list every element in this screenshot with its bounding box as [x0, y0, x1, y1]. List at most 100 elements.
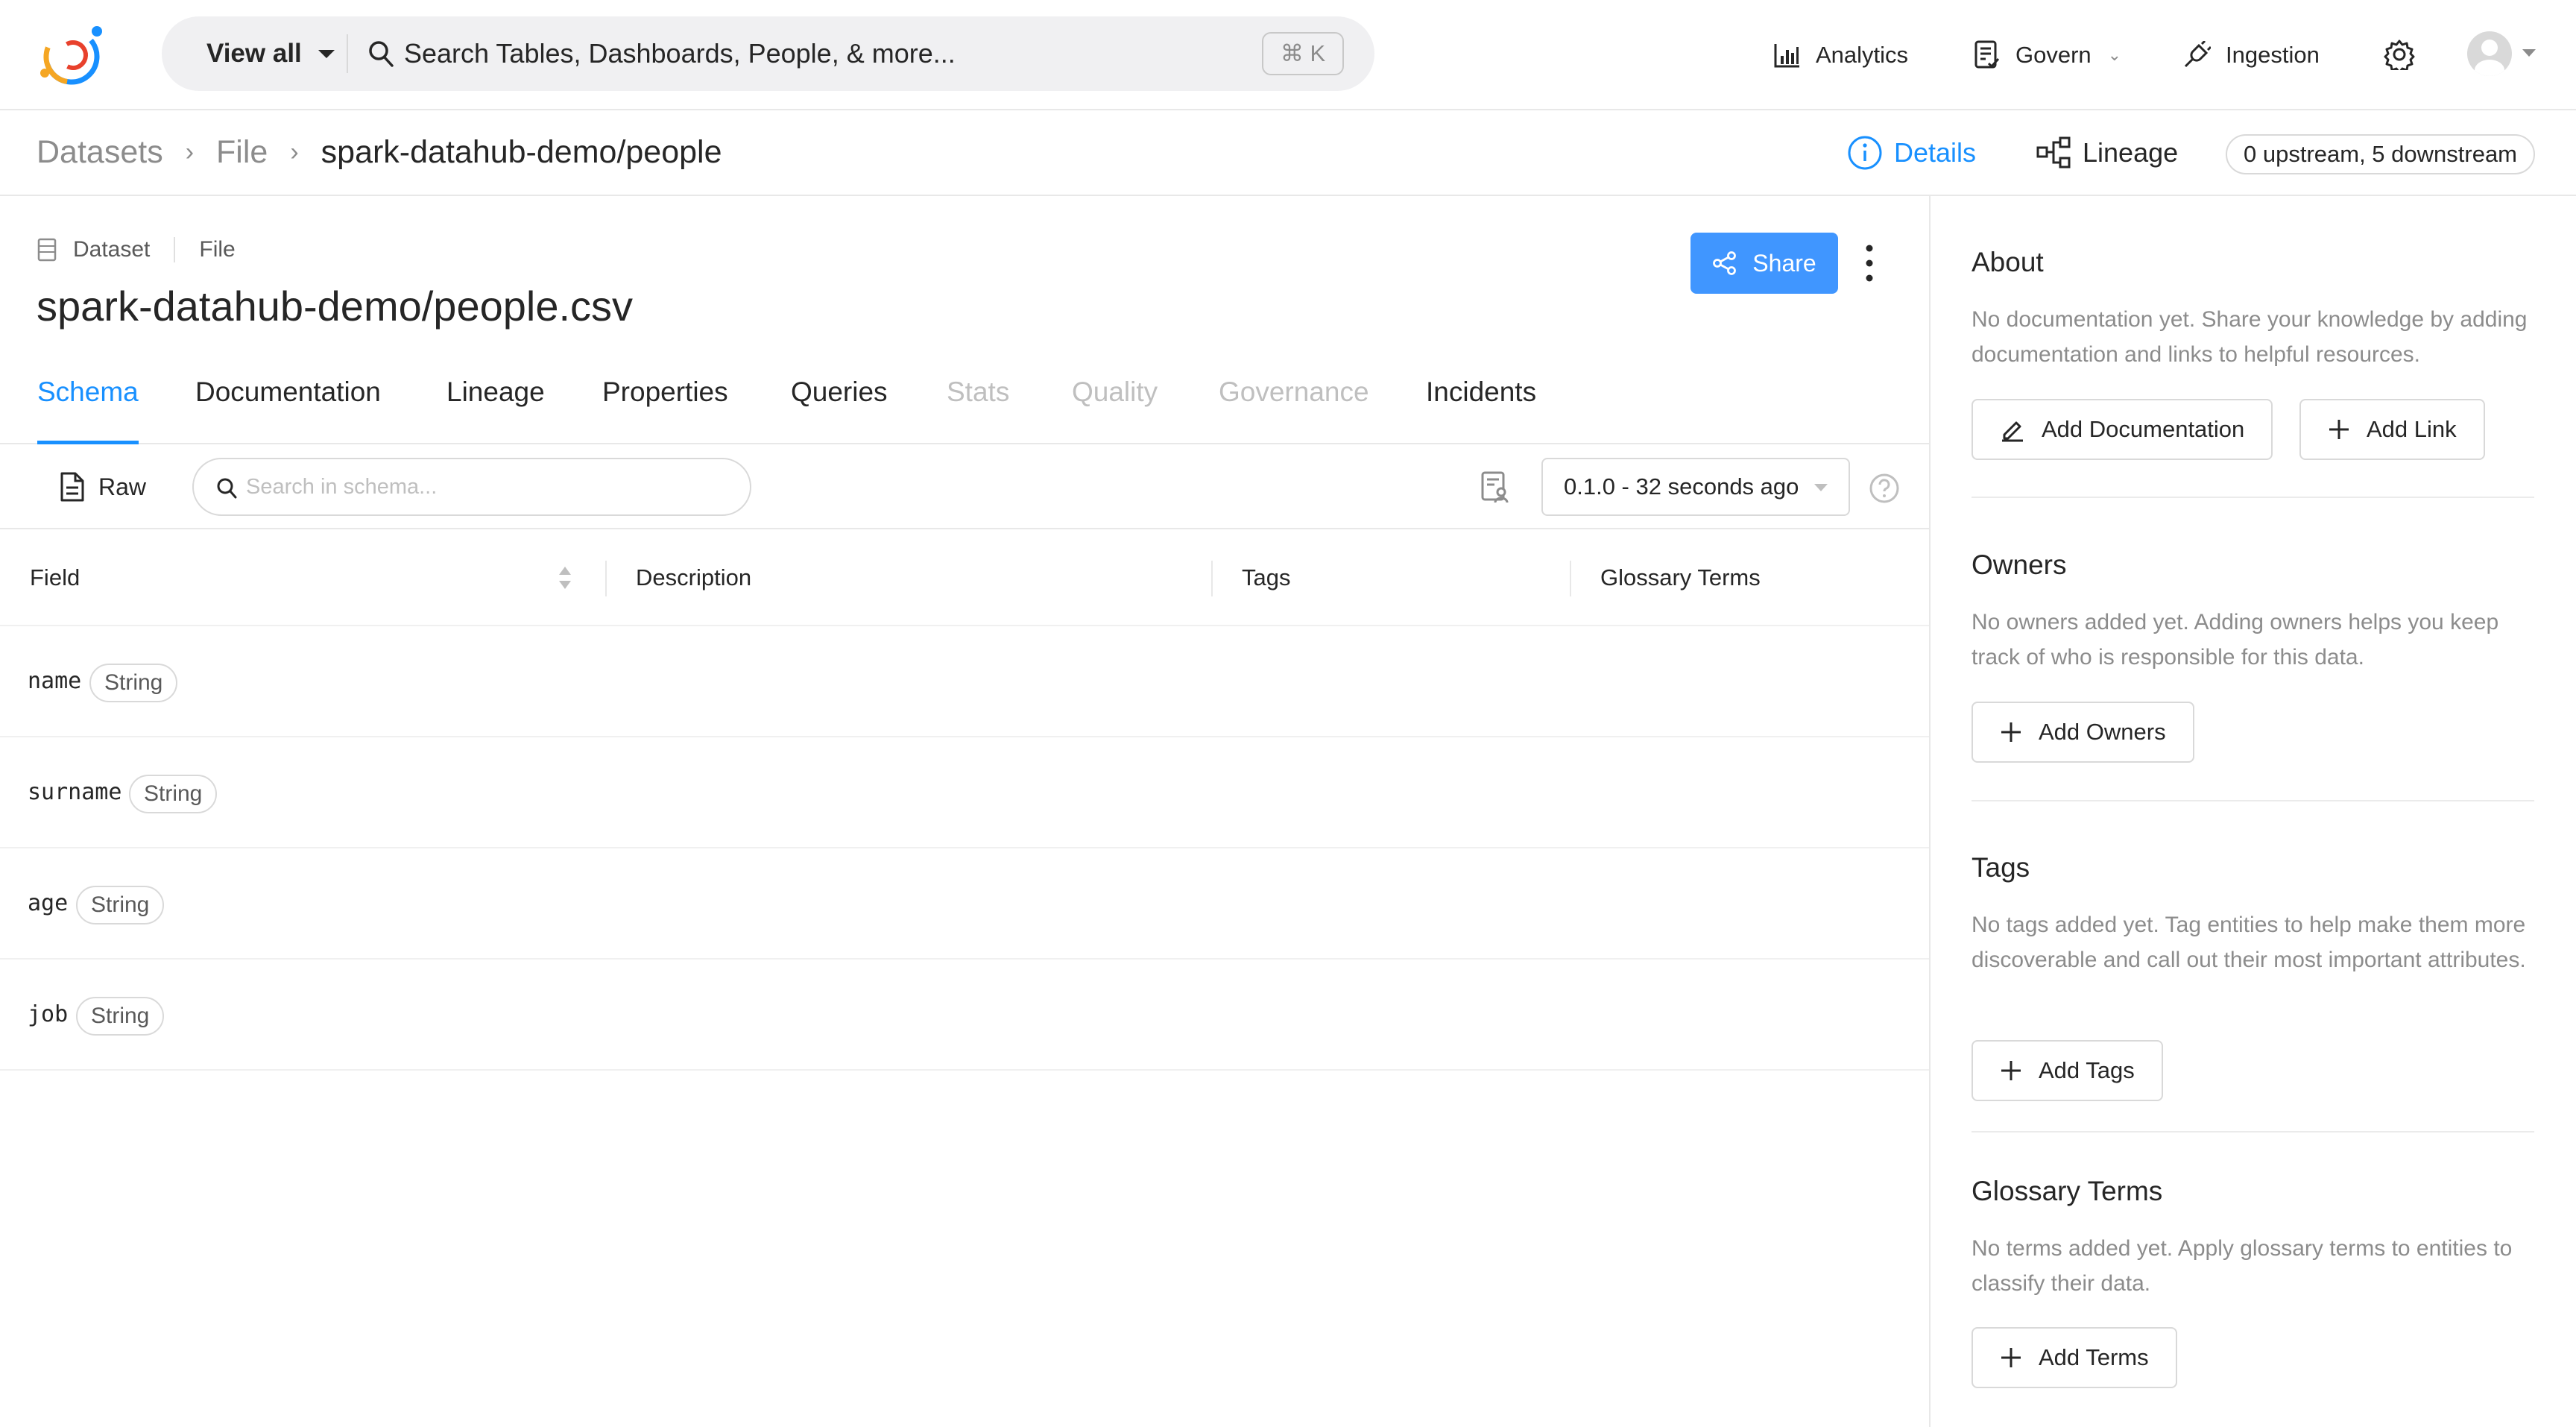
column-description: Description — [636, 564, 752, 590]
breadcrumb-file[interactable]: File — [216, 134, 268, 171]
add-tags-label: Add Tags — [2039, 1057, 2135, 1083]
details-view-tab[interactable]: Details — [1846, 110, 1976, 195]
edit-icon — [2002, 421, 2023, 442]
gear-icon[interactable] — [2384, 39, 2415, 70]
owners-description: No owners added yet. Adding owners helps… — [1972, 610, 2499, 670]
global-search-input[interactable]: Search Tables, Dashboards, People, & mor… — [404, 16, 956, 91]
add-owners-button[interactable]: Add Owners — [1972, 702, 2194, 763]
tab-properties[interactable]: Properties — [602, 365, 728, 443]
help-icon[interactable] — [1869, 473, 1900, 504]
file-text-icon — [60, 472, 84, 502]
column-divider — [1570, 561, 1571, 596]
search-icon — [367, 40, 394, 68]
plus-icon — [2001, 1348, 2021, 1367]
add-documentation-label: Add Documentation — [2042, 416, 2245, 442]
nav-govern-label: Govern — [2015, 42, 2092, 68]
nav-analytics[interactable]: Analytics — [1774, 0, 1908, 110]
add-terms-button[interactable]: Add Terms — [1972, 1327, 2177, 1388]
add-tags-button[interactable]: Add Tags — [1972, 1040, 2163, 1101]
table-row[interactable]: age String — [0, 848, 1929, 960]
more-options-icon[interactable] — [1856, 239, 1883, 288]
tags-section: Tags No tags added yet. Tag entities to … — [1972, 852, 2545, 977]
breadcrumb: Datasets › File › spark-datahub-demo/peo… — [37, 110, 722, 195]
tab-queries[interactable]: Queries — [791, 365, 888, 443]
info-icon — [1848, 136, 1882, 169]
tab-lineage[interactable]: Lineage — [446, 365, 545, 443]
tab-incidents[interactable]: Incidents — [1426, 365, 1536, 443]
section-divider — [1972, 800, 2534, 801]
lineage-icon — [2036, 136, 2071, 168]
search-icon — [217, 478, 237, 499]
table-row[interactable]: name String — [0, 626, 1929, 737]
lineage-view-label: Lineage — [2083, 136, 2179, 168]
caret-down-icon — [1814, 484, 1828, 491]
raw-toggle-button[interactable]: Raw — [60, 444, 146, 529]
bar-chart-icon — [1774, 44, 1799, 68]
share-button[interactable]: Share — [1690, 233, 1838, 294]
glossary-description: No terms added yet. Apply glossary terms… — [1972, 1236, 2513, 1296]
document-check-icon — [1974, 40, 2000, 69]
view-all-label: View all — [206, 39, 302, 68]
entity-type-label: Dataset — [73, 237, 151, 262]
tab-documentation[interactable]: Documentation — [195, 365, 381, 443]
tab-stats: Stats — [947, 377, 1010, 407]
table-row[interactable]: surname String — [0, 737, 1929, 848]
version-select[interactable]: 0.1.0 - 32 seconds ago — [1541, 458, 1850, 516]
tags-title: Tags — [1972, 852, 2030, 883]
add-terms-label: Add Terms — [2039, 1344, 2149, 1370]
field-type-badge: String — [89, 664, 178, 702]
field-type-badge: String — [76, 997, 165, 1036]
tags-description: No tags added yet. Tag entities to help … — [1972, 913, 2526, 972]
field-name: age — [28, 890, 69, 916]
plug-icon — [2184, 41, 2211, 68]
schema-toolbar: Raw Search in schema... 0.1.0 - 32 secon… — [0, 444, 1929, 529]
dataset-icon — [37, 238, 57, 262]
datahub-logo[interactable] — [34, 18, 109, 92]
table-row[interactable]: job String — [0, 960, 1929, 1071]
nav-govern[interactable]: Govern ⌄ — [1974, 0, 2121, 110]
column-glossary-terms: Glossary Terms — [1600, 564, 1761, 590]
entity-type-row: Dataset File — [37, 237, 236, 262]
column-tags: Tags — [1242, 564, 1291, 590]
schema-blame-icon[interactable] — [1480, 471, 1510, 504]
add-documentation-button[interactable]: Add Documentation — [1972, 399, 2273, 460]
caret-down-icon — [318, 49, 335, 58]
raw-label: Raw — [98, 473, 147, 500]
view-all-dropdown[interactable]: View all — [206, 16, 335, 91]
lineage-counts-badge[interactable]: 0 upstream, 5 downstream — [2226, 134, 2536, 174]
glossary-title: Glossary Terms — [1972, 1176, 2163, 1206]
avatar-caret-icon[interactable] — [2522, 49, 2536, 57]
field-name: job — [28, 1001, 69, 1027]
column-field[interactable]: Field — [30, 529, 80, 626]
section-divider — [1972, 497, 2534, 498]
tab-quality: Quality — [1072, 377, 1158, 407]
breadcrumb-datasets[interactable]: Datasets — [37, 134, 163, 171]
tab-schema[interactable]: Schema — [37, 365, 139, 444]
glossary-section: Glossary Terms No terms added yet. Apply… — [1972, 1176, 2545, 1301]
about-description: No documentation yet. Share your knowled… — [1972, 307, 2528, 367]
user-avatar[interactable] — [2467, 31, 2512, 76]
entity-sidebar: About No documentation yet. Share your k… — [1929, 196, 2576, 1427]
search-divider — [347, 34, 348, 73]
owners-section: Owners No owners added yet. Adding owner… — [1972, 549, 2545, 675]
plus-icon — [2001, 722, 2021, 742]
section-divider — [1972, 1131, 2534, 1133]
entity-title: spark-datahub-demo/people.csv — [37, 283, 634, 330]
schema-table-header: Field Description Tags Glossary Terms — [0, 529, 1929, 626]
plus-icon — [2329, 420, 2349, 439]
lineage-view-tab[interactable]: Lineage — [2036, 110, 2178, 195]
add-link-button[interactable]: Add Link — [2299, 399, 2485, 460]
sort-icon[interactable] — [557, 565, 573, 590]
global-search-bar[interactable]: View all Search Tables, Dashboards, Peop… — [162, 16, 1374, 91]
schema-search-input[interactable]: Search in schema... — [192, 458, 751, 516]
field-name: surname — [28, 779, 122, 805]
about-section: About No documentation yet. Share your k… — [1972, 247, 2545, 372]
details-view-label: Details — [1894, 136, 1977, 168]
breadcrumb-row: Datasets › File › spark-datahub-demo/peo… — [0, 110, 2576, 196]
nav-ingestion[interactable]: Ingestion — [2182, 0, 2320, 110]
entity-platform-label[interactable]: File — [199, 237, 235, 262]
share-icon — [1713, 251, 1737, 275]
version-value: 0.1.0 - 32 seconds ago — [1564, 473, 1799, 500]
nav-ingestion-label: Ingestion — [2226, 42, 2320, 68]
column-divider — [1211, 561, 1213, 596]
